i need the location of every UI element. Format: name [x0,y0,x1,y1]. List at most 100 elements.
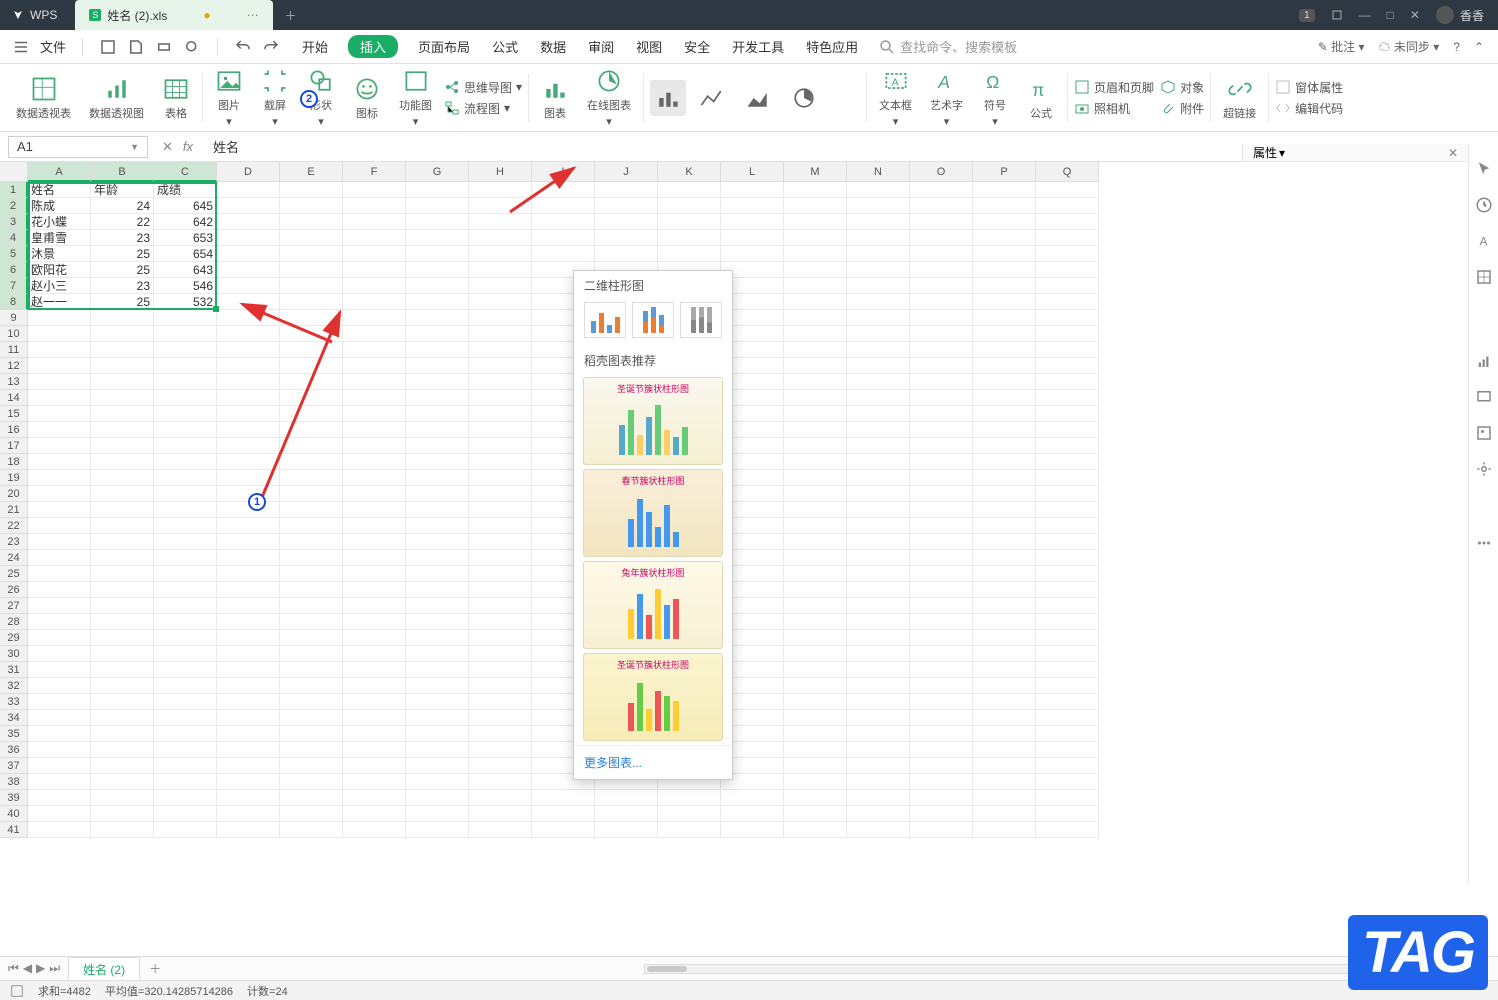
tab-menu-icon[interactable]: ⋯ [247,8,259,22]
row-header[interactable]: 37 [0,758,28,774]
cell[interactable] [532,182,595,198]
cell[interactable] [406,774,469,790]
cell[interactable] [784,374,847,390]
cell[interactable] [280,278,343,294]
cell[interactable] [280,566,343,582]
cell[interactable] [1036,726,1099,742]
cell[interactable] [280,726,343,742]
formula-value[interactable]: 姓名 [213,137,239,156]
cell[interactable] [91,534,154,550]
cell[interactable] [469,374,532,390]
sheet-nav-prev[interactable]: ◀ [23,961,32,976]
cell[interactable] [469,598,532,614]
cell[interactable] [343,262,406,278]
cell[interactable] [784,518,847,534]
cell[interactable] [154,806,217,822]
wordart-button[interactable]: A艺术字▾ [924,67,969,128]
cell[interactable] [28,422,91,438]
cell[interactable] [28,774,91,790]
cell[interactable] [343,630,406,646]
tab-insert[interactable]: 插入 [348,35,398,58]
cell[interactable] [28,822,91,838]
cell[interactable] [28,598,91,614]
cell[interactable] [91,310,154,326]
cell[interactable] [973,742,1036,758]
cell[interactable] [1036,246,1099,262]
cell[interactable] [406,310,469,326]
cell[interactable] [280,502,343,518]
cell[interactable] [28,726,91,742]
cell[interactable] [406,534,469,550]
cursor-icon[interactable] [1475,160,1493,178]
cell[interactable] [343,214,406,230]
cell[interactable] [721,214,784,230]
cell[interactable] [28,566,91,582]
cell[interactable] [1036,182,1099,198]
cell[interactable] [28,582,91,598]
cell[interactable] [280,406,343,422]
object-button[interactable]: 对象 [1160,79,1204,96]
cell[interactable] [1036,310,1099,326]
cell[interactable] [154,630,217,646]
cell[interactable] [973,710,1036,726]
cell[interactable] [973,758,1036,774]
cell[interactable] [406,726,469,742]
cell[interactable] [406,806,469,822]
cell[interactable] [1036,534,1099,550]
area-chart-button[interactable] [738,84,778,112]
cell[interactable] [1036,230,1099,246]
cell[interactable] [1036,678,1099,694]
cell[interactable] [532,822,595,838]
row-header[interactable]: 36 [0,742,28,758]
col-header[interactable]: I [532,162,595,182]
flowchart-button[interactable]: 流程图▾ [444,100,522,117]
cell[interactable] [280,774,343,790]
cell[interactable] [469,278,532,294]
row-header[interactable]: 38 [0,774,28,790]
cell[interactable] [343,454,406,470]
cell[interactable] [154,438,217,454]
cell[interactable] [154,566,217,582]
cell[interactable] [784,182,847,198]
spreadsheet-grid[interactable]: ABCDEFGHIJKLMNOPQ1姓名年龄成绩2陈成246453花小蝶2264… [0,162,1498,936]
cell[interactable] [784,278,847,294]
cell[interactable] [154,710,217,726]
cell[interactable] [973,502,1036,518]
cell[interactable] [280,790,343,806]
command-search[interactable]: 查找命令、搜索模板 [878,37,1017,56]
row-header[interactable]: 13 [0,374,28,390]
notif-badge[interactable]: 1 [1299,9,1315,22]
cell[interactable] [343,326,406,342]
cell[interactable] [28,630,91,646]
cell[interactable] [406,758,469,774]
cell[interactable] [28,310,91,326]
cell[interactable] [28,806,91,822]
cell[interactable] [973,390,1036,406]
cell[interactable] [343,358,406,374]
cell[interactable] [154,550,217,566]
property-close-icon[interactable]: ✕ [1448,146,1458,160]
row-header[interactable]: 22 [0,518,28,534]
cell[interactable] [469,758,532,774]
cell[interactable] [406,342,469,358]
cell[interactable] [343,438,406,454]
cell[interactable] [154,646,217,662]
cell[interactable] [784,678,847,694]
cell[interactable] [847,822,910,838]
stacked-column-option[interactable] [632,302,674,338]
cell[interactable] [973,534,1036,550]
cell[interactable] [784,742,847,758]
cell[interactable] [973,438,1036,454]
cell[interactable] [469,614,532,630]
cell[interactable]: 成绩 [154,182,217,198]
redo-icon[interactable] [262,38,280,56]
cell[interactable] [406,598,469,614]
row-header[interactable]: 11 [0,342,28,358]
cell[interactable] [28,358,91,374]
cell[interactable] [91,566,154,582]
cell[interactable] [343,422,406,438]
cell[interactable] [1036,646,1099,662]
cell[interactable]: 23 [91,278,154,294]
cell[interactable] [406,198,469,214]
cell[interactable] [658,246,721,262]
